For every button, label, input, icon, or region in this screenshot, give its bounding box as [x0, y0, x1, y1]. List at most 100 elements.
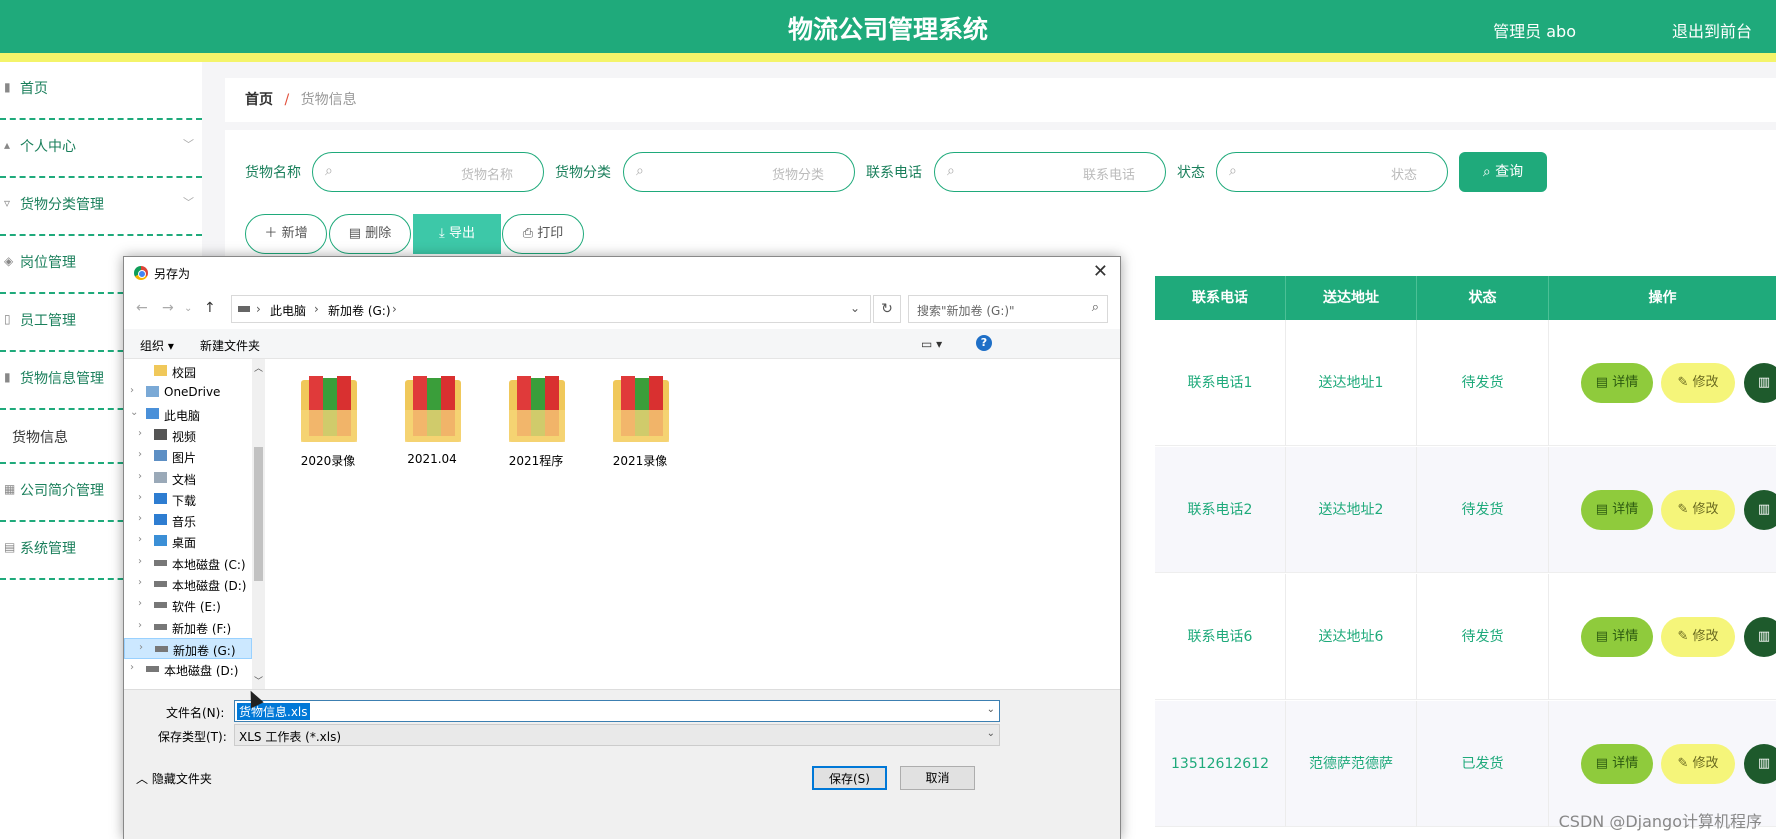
cell-phone: 13512612612: [1155, 701, 1286, 827]
tree-item[interactable]: › 音乐: [124, 510, 252, 531]
sidebar-item-profile[interactable]: ▴ 个人中心 ﹀: [0, 120, 202, 178]
cell-phone: 联系电话6: [1155, 574, 1286, 700]
detail-button[interactable]: ▤ 详情: [1581, 490, 1653, 530]
edit-button[interactable]: ✎ 修改: [1661, 490, 1735, 530]
recent-dropdown-icon[interactable]: ⌄: [184, 303, 192, 314]
chevron-right-icon[interactable]: ›: [138, 556, 142, 567]
goods-name-input[interactable]: ⌕ 货物名称: [312, 152, 544, 192]
file-icon: ▤: [1595, 375, 1613, 390]
chevron-right-icon[interactable]: ›: [138, 620, 142, 631]
help-icon[interactable]: ?: [976, 335, 992, 351]
chevron-down-icon[interactable]: ⌄: [130, 407, 138, 418]
export-button[interactable]: ⤓ 导出: [413, 214, 501, 254]
detail-button[interactable]: ▤ 详情: [1581, 617, 1653, 657]
tree-item[interactable]: › 下载: [124, 489, 252, 510]
status-input[interactable]: ⌕ 状态: [1216, 152, 1448, 192]
chevron-right-icon[interactable]: ›: [138, 492, 142, 503]
printer-icon: ⎙: [522, 226, 538, 241]
chevron-down-icon[interactable]: ⌄: [850, 301, 860, 315]
tree-item[interactable]: 校园: [124, 361, 252, 382]
logout-link[interactable]: 退出到前台: [1672, 18, 1752, 42]
chevron-down-icon[interactable]: ⌄: [987, 704, 995, 715]
chevron-right-icon[interactable]: ›: [138, 471, 142, 482]
cell-address: 范德萨范德萨: [1286, 701, 1417, 827]
delete-row-button[interactable]: ▥: [1744, 490, 1776, 530]
back-arrow-icon[interactable]: ←: [136, 300, 148, 316]
address-box[interactable]: › 此电脑 › 新加卷 (G:) › ⌄: [231, 295, 871, 323]
view-options-icon[interactable]: ▭ ▾: [921, 337, 942, 351]
tree-item[interactable]: › 本地磁盘 (D:): [124, 659, 252, 680]
chevron-right-icon[interactable]: ›: [138, 534, 142, 545]
scrollbar-thumb[interactable]: [254, 447, 263, 581]
dialog-search-input[interactable]: 搜索"新加卷 (G:)" ⌕: [908, 295, 1108, 323]
scroll-down-icon[interactable]: ﹀: [254, 674, 263, 687]
tree-item[interactable]: › 文档: [124, 468, 252, 489]
delete-row-button[interactable]: ▥: [1744, 744, 1776, 784]
tree-item[interactable]: › 视频: [124, 425, 252, 446]
chevron-right-icon[interactable]: ›: [138, 577, 142, 588]
column-header: 操作: [1648, 290, 1677, 306]
cancel-button[interactable]: 取消: [900, 766, 975, 790]
folder-icon: [509, 374, 567, 444]
folder-item[interactable]: 2021.04: [387, 374, 477, 474]
delete-row-button[interactable]: ▥: [1744, 617, 1776, 657]
path-segment[interactable]: 此电脑: [270, 302, 306, 319]
tree-item[interactable]: › 本地磁盘 (D:): [124, 574, 252, 595]
up-arrow-icon[interactable]: ↑: [204, 300, 216, 316]
folder-item[interactable]: 2021录像: [595, 374, 685, 474]
close-icon[interactable]: ✕: [1093, 261, 1108, 282]
new-folder-button[interactable]: 新建文件夹: [200, 337, 260, 354]
chevron-right-icon[interactable]: ›: [138, 449, 142, 460]
admin-user-label[interactable]: 管理员 abo: [1493, 18, 1576, 42]
table-header: 联系电话 送达地址 状态 操作: [1155, 276, 1776, 320]
organize-menu[interactable]: 组织 ▾: [140, 337, 174, 354]
tree-item[interactable]: › 图片: [124, 446, 252, 467]
add-button[interactable]: ＋ 新增: [245, 214, 327, 254]
sidebar-item-category[interactable]: ▿ 货物分类管理 ﹀: [0, 178, 202, 236]
detail-button[interactable]: ▤ 详情: [1581, 744, 1653, 784]
query-button[interactable]: ⌕ 查询: [1459, 152, 1547, 192]
scroll-up-icon[interactable]: ︿: [254, 361, 263, 374]
edit-button[interactable]: ✎ 修改: [1661, 744, 1735, 784]
delete-row-button[interactable]: ▥: [1744, 363, 1776, 403]
forward-arrow-icon[interactable]: →: [162, 300, 174, 316]
filetype-select[interactable]: XLS 工作表 (*.xls) ⌄: [234, 724, 1000, 746]
refresh-button[interactable]: ↻: [873, 295, 901, 323]
detail-button-label: 详情: [1612, 502, 1639, 517]
dialog-titlebar: 另存为 ✕: [124, 257, 1120, 289]
save-button[interactable]: 保存(S): [812, 766, 887, 790]
tree-scrollbar[interactable]: ︿ ﹀: [252, 359, 265, 689]
hide-folders-toggle[interactable]: ︿ 隐藏文件夹: [136, 770, 212, 787]
folder-item[interactable]: 2021程序: [491, 374, 581, 474]
sidebar-item-home[interactable]: ▮ 首页: [0, 62, 202, 120]
filename-input[interactable]: 货物信息.xls ⌄: [234, 700, 1000, 722]
edit-button[interactable]: ✎ 修改: [1661, 617, 1735, 657]
delete-button[interactable]: ▤ 删除: [329, 214, 411, 254]
tree-item[interactable]: › 新加卷 (G:): [124, 637, 252, 659]
tree-item[interactable]: › 本地磁盘 (C:): [124, 553, 252, 574]
path-segment[interactable]: 新加卷 (G:): [328, 302, 391, 319]
goods-category-input[interactable]: ⌕ 货物分类: [623, 152, 855, 192]
home-icon: ▮: [4, 80, 11, 94]
chevron-right-icon[interactable]: ›: [139, 642, 143, 653]
detail-button[interactable]: ▤ 详情: [1581, 363, 1653, 403]
chevron-right-icon[interactable]: ›: [138, 428, 142, 439]
input-placeholder: 货物名称: [460, 168, 513, 183]
top-header: 物流公司管理系统 管理员 abo 退出到前台: [0, 0, 1776, 62]
chevron-down-icon[interactable]: ⌄: [987, 728, 995, 739]
tree-item[interactable]: › OneDrive: [124, 382, 252, 403]
edit-button[interactable]: ✎ 修改: [1661, 363, 1735, 403]
sidebar-item-label: 岗位管理: [20, 255, 76, 271]
chevron-right-icon[interactable]: ›: [138, 598, 142, 609]
folder-item[interactable]: 2020录像: [283, 374, 373, 474]
chevron-right-icon[interactable]: ›: [130, 385, 134, 396]
tree-item[interactable]: › 桌面: [124, 531, 252, 552]
breadcrumb-home[interactable]: 首页: [245, 92, 273, 108]
print-button[interactable]: ⎙ 打印: [502, 214, 584, 254]
tree-item[interactable]: › 新加卷 (F:): [124, 617, 252, 638]
tree-item[interactable]: › 软件 (E:): [124, 595, 252, 616]
tree-item[interactable]: ⌄ 此电脑: [124, 404, 252, 425]
phone-input[interactable]: ⌕ 联系电话: [934, 152, 1166, 192]
chevron-right-icon[interactable]: ›: [130, 662, 134, 673]
chevron-right-icon[interactable]: ›: [138, 513, 142, 524]
